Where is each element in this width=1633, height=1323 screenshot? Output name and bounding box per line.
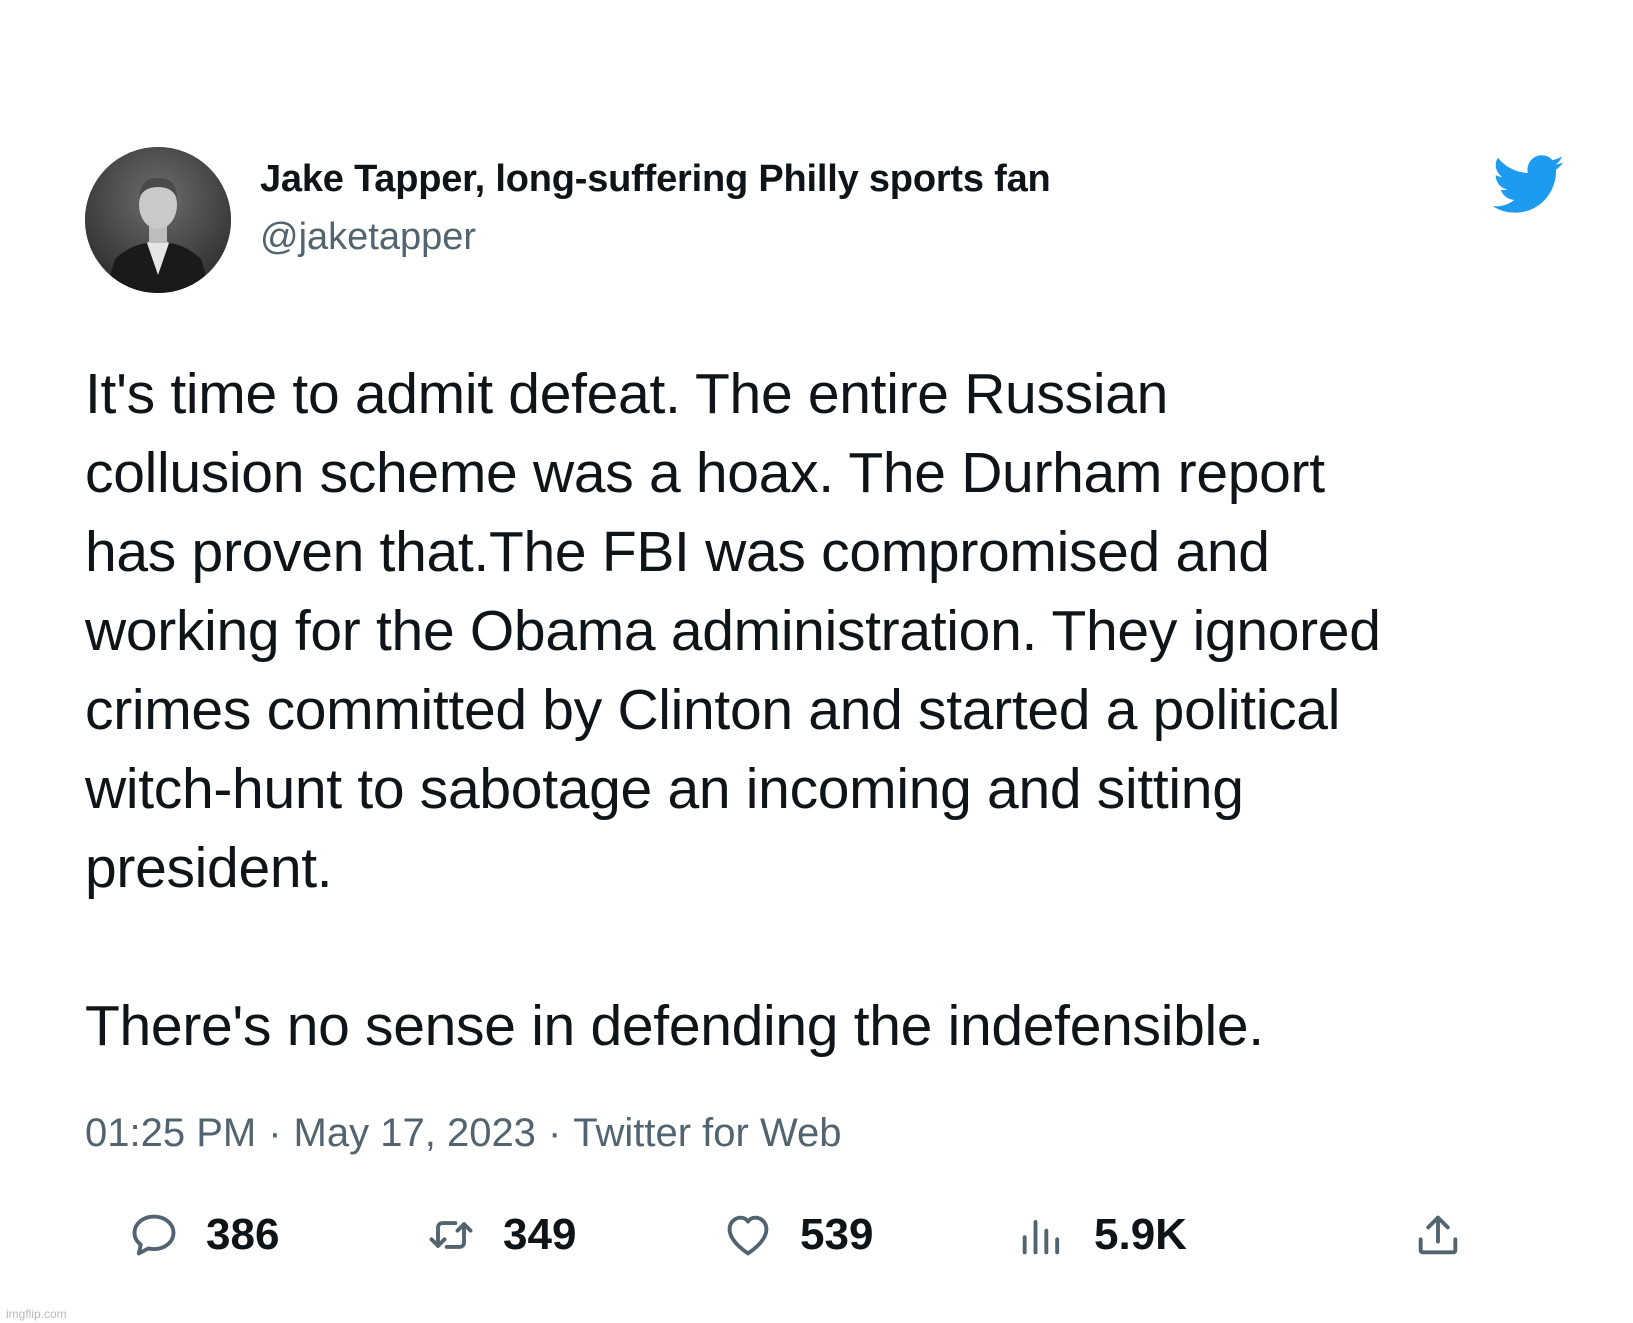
user-handle[interactable]: @jaketapper: [260, 216, 476, 259]
avatar[interactable]: [85, 147, 231, 293]
retweet-button[interactable]: 349: [425, 1200, 576, 1270]
views-count: 5.9K: [1094, 1210, 1187, 1259]
tweet-card: Jake Tapper, long-suffering Philly sport…: [0, 0, 1633, 1323]
reply-icon: [128, 1209, 180, 1261]
watermark: imgflip.com: [6, 1307, 67, 1321]
reply-count: 386: [206, 1210, 280, 1259]
tweet-time[interactable]: 01:25 PM: [85, 1111, 256, 1155]
like-count: 539: [800, 1210, 874, 1259]
tweet-source[interactable]: Twitter for Web: [573, 1111, 841, 1155]
views-button[interactable]: 5.9K: [1016, 1200, 1187, 1270]
share-icon: [1412, 1209, 1464, 1261]
tweet-meta: 01:25 PM · May 17, 2023 · Twitter for Web: [85, 1111, 842, 1156]
views-icon: [1016, 1209, 1068, 1261]
meta-separator: ·: [268, 1111, 282, 1155]
twitter-bird-icon: [1492, 155, 1565, 215]
retweet-icon: [425, 1209, 477, 1261]
tweet-date[interactable]: May 17, 2023: [294, 1111, 536, 1155]
display-name[interactable]: Jake Tapper, long-suffering Philly sport…: [260, 158, 1051, 201]
action-bar: 386 349 539 5.9K: [0, 1200, 1633, 1270]
share-button[interactable]: [1412, 1200, 1464, 1270]
retweet-count: 349: [503, 1210, 577, 1259]
like-button[interactable]: 539: [722, 1200, 873, 1270]
tweet-text: It's time to admit defeat. The entire Ru…: [85, 362, 1381, 1058]
meta-separator: ·: [547, 1111, 562, 1155]
reply-button[interactable]: 386: [128, 1200, 279, 1270]
heart-icon: [722, 1209, 774, 1261]
